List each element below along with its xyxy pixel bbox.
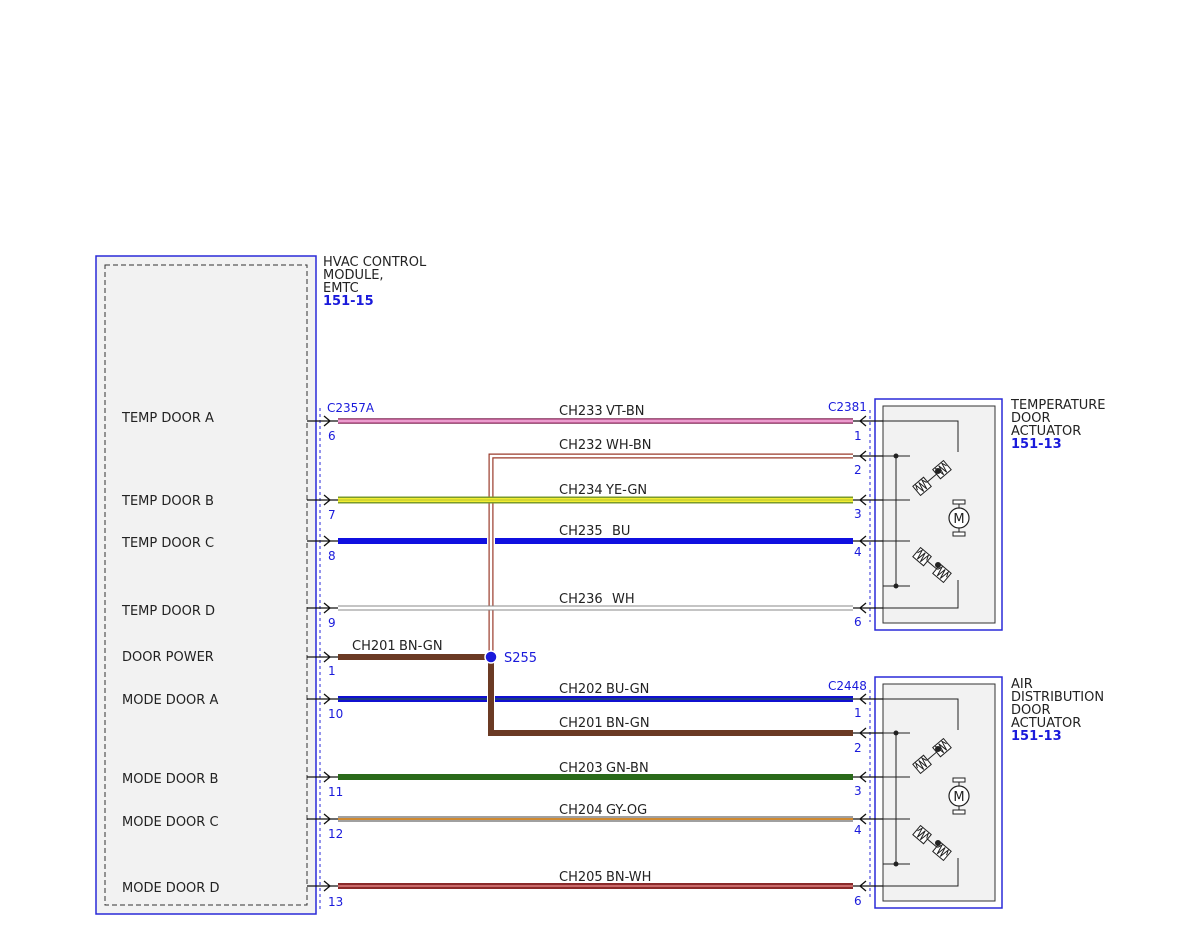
wire-label-ch201a-circuit: CH201 [352,639,396,654]
module-connector-label: C2357A [327,401,375,415]
actuator-inner-frame [882,683,996,902]
signal-label-mode-door-c: MODE DOOR C [122,815,219,830]
wire-label-ch236-circuit: CH236 [559,592,603,607]
actuator-pin-2: 2 [854,463,862,477]
module-ref-link[interactable]: 151-15 [323,294,374,309]
module-pin-12: 12 [328,827,343,841]
motor-symbol: M [953,790,964,805]
wire-label-ch236-color: WH [612,592,635,607]
actuator-pin-6: 6 [854,615,862,629]
signal-label-mode-door-a: MODE DOOR A [122,693,218,708]
module-pin-8: 8 [328,549,336,563]
splice-s255[interactable] [484,650,498,664]
wire-labels: CH233 VT-BN CH232 WH-BN CH234 YE-GN CH23… [352,404,652,885]
wire-ch232[interactable] [488,453,853,657]
signal-label-mode-door-d: MODE DOOR D [122,881,219,896]
air-distribution-door-actuator: C2448 AIR DISTRIBUTION DOOR ACTUATOR 151… [828,676,1104,909]
actuator-connector-label: C2448 [828,679,867,693]
wire-label-ch201b-color: BN-GN [606,716,650,731]
wire-label-ch234-circuit: CH234 [559,483,603,498]
motor-symbol: M [953,512,964,527]
signal-label-mode-door-b: MODE DOOR B [122,772,218,787]
module-pin-6: 6 [328,429,336,443]
actuator-ref-link[interactable]: 151-13 [1011,729,1062,744]
actuator-pin-1: 1 [854,429,862,443]
wire-ch201-to-actuator[interactable] [488,657,853,736]
actuator-pin-4: 4 [854,823,862,837]
wire-label-ch203-circuit: CH203 [559,761,603,776]
actuator-ref-link[interactable]: 151-13 [1011,437,1062,452]
signal-label-temp-door-b: TEMP DOOR B [121,494,214,509]
wire-label-ch202-color: BU-GN [606,682,649,697]
actuator-pin-1: 1 [854,706,862,720]
wire-label-ch233-color: VT-BN [606,404,645,419]
wire-label-ch202-circuit: CH202 [559,682,603,697]
hvac-control-module: HVAC CONTROL MODULE, EMTC 151-15 C2357A … [95,255,427,915]
actuator-inner-frame [882,405,996,624]
module-pin-11: 11 [328,785,343,799]
temperature-door-actuator: C2381 TEMPERATURE DOOR ACTUATOR 151-13 1… [828,398,1106,631]
module-pin-7: 7 [328,508,336,522]
wire-label-ch205-circuit: CH205 [559,870,603,885]
signal-label-temp-door-c: TEMP DOOR C [121,536,214,551]
signal-label-temp-door-d: TEMP DOOR D [121,604,215,619]
actuator-pin-6: 6 [854,894,862,908]
actuator-pin-3: 3 [854,507,862,521]
signal-label-temp-door-a: TEMP DOOR A [121,411,214,426]
wire-label-ch233-circuit: CH233 [559,404,603,419]
wire-label-ch204-circuit: CH204 [559,803,603,818]
wiring-diagram: HVAC CONTROL MODULE, EMTC 151-15 C2357A … [95,255,1106,915]
module-pin-10: 10 [328,707,343,721]
actuator-connector-label: C2381 [828,400,867,414]
wire-label-ch204-color: GY-OG [606,803,647,818]
module-pin-1: 1 [328,664,336,678]
wire-label-ch234-color: YE-GN [605,483,647,498]
actuator-pin-4: 4 [854,545,862,559]
wire-label-ch201a-color: BN-GN [399,639,443,654]
actuator-pin-3: 3 [854,784,862,798]
wire-label-ch203-color: GN-BN [606,761,649,776]
wire-label-ch232-circuit: CH232 [559,438,603,453]
module-pin-13: 13 [328,895,343,909]
signal-label-door-power: DOOR POWER [122,650,214,665]
wire-label-ch232-color: WH-BN [606,438,652,453]
module-pin-9: 9 [328,616,336,630]
wire-label-ch201b-circuit: CH201 [559,716,603,731]
actuator-pin-2: 2 [854,741,862,755]
wire-label-ch205-color: BN-WH [606,870,651,885]
wire-label-ch235-circuit: CH235 [559,524,603,539]
wire-label-ch235-color: BU [612,524,630,539]
splice-label: S255 [504,651,537,666]
